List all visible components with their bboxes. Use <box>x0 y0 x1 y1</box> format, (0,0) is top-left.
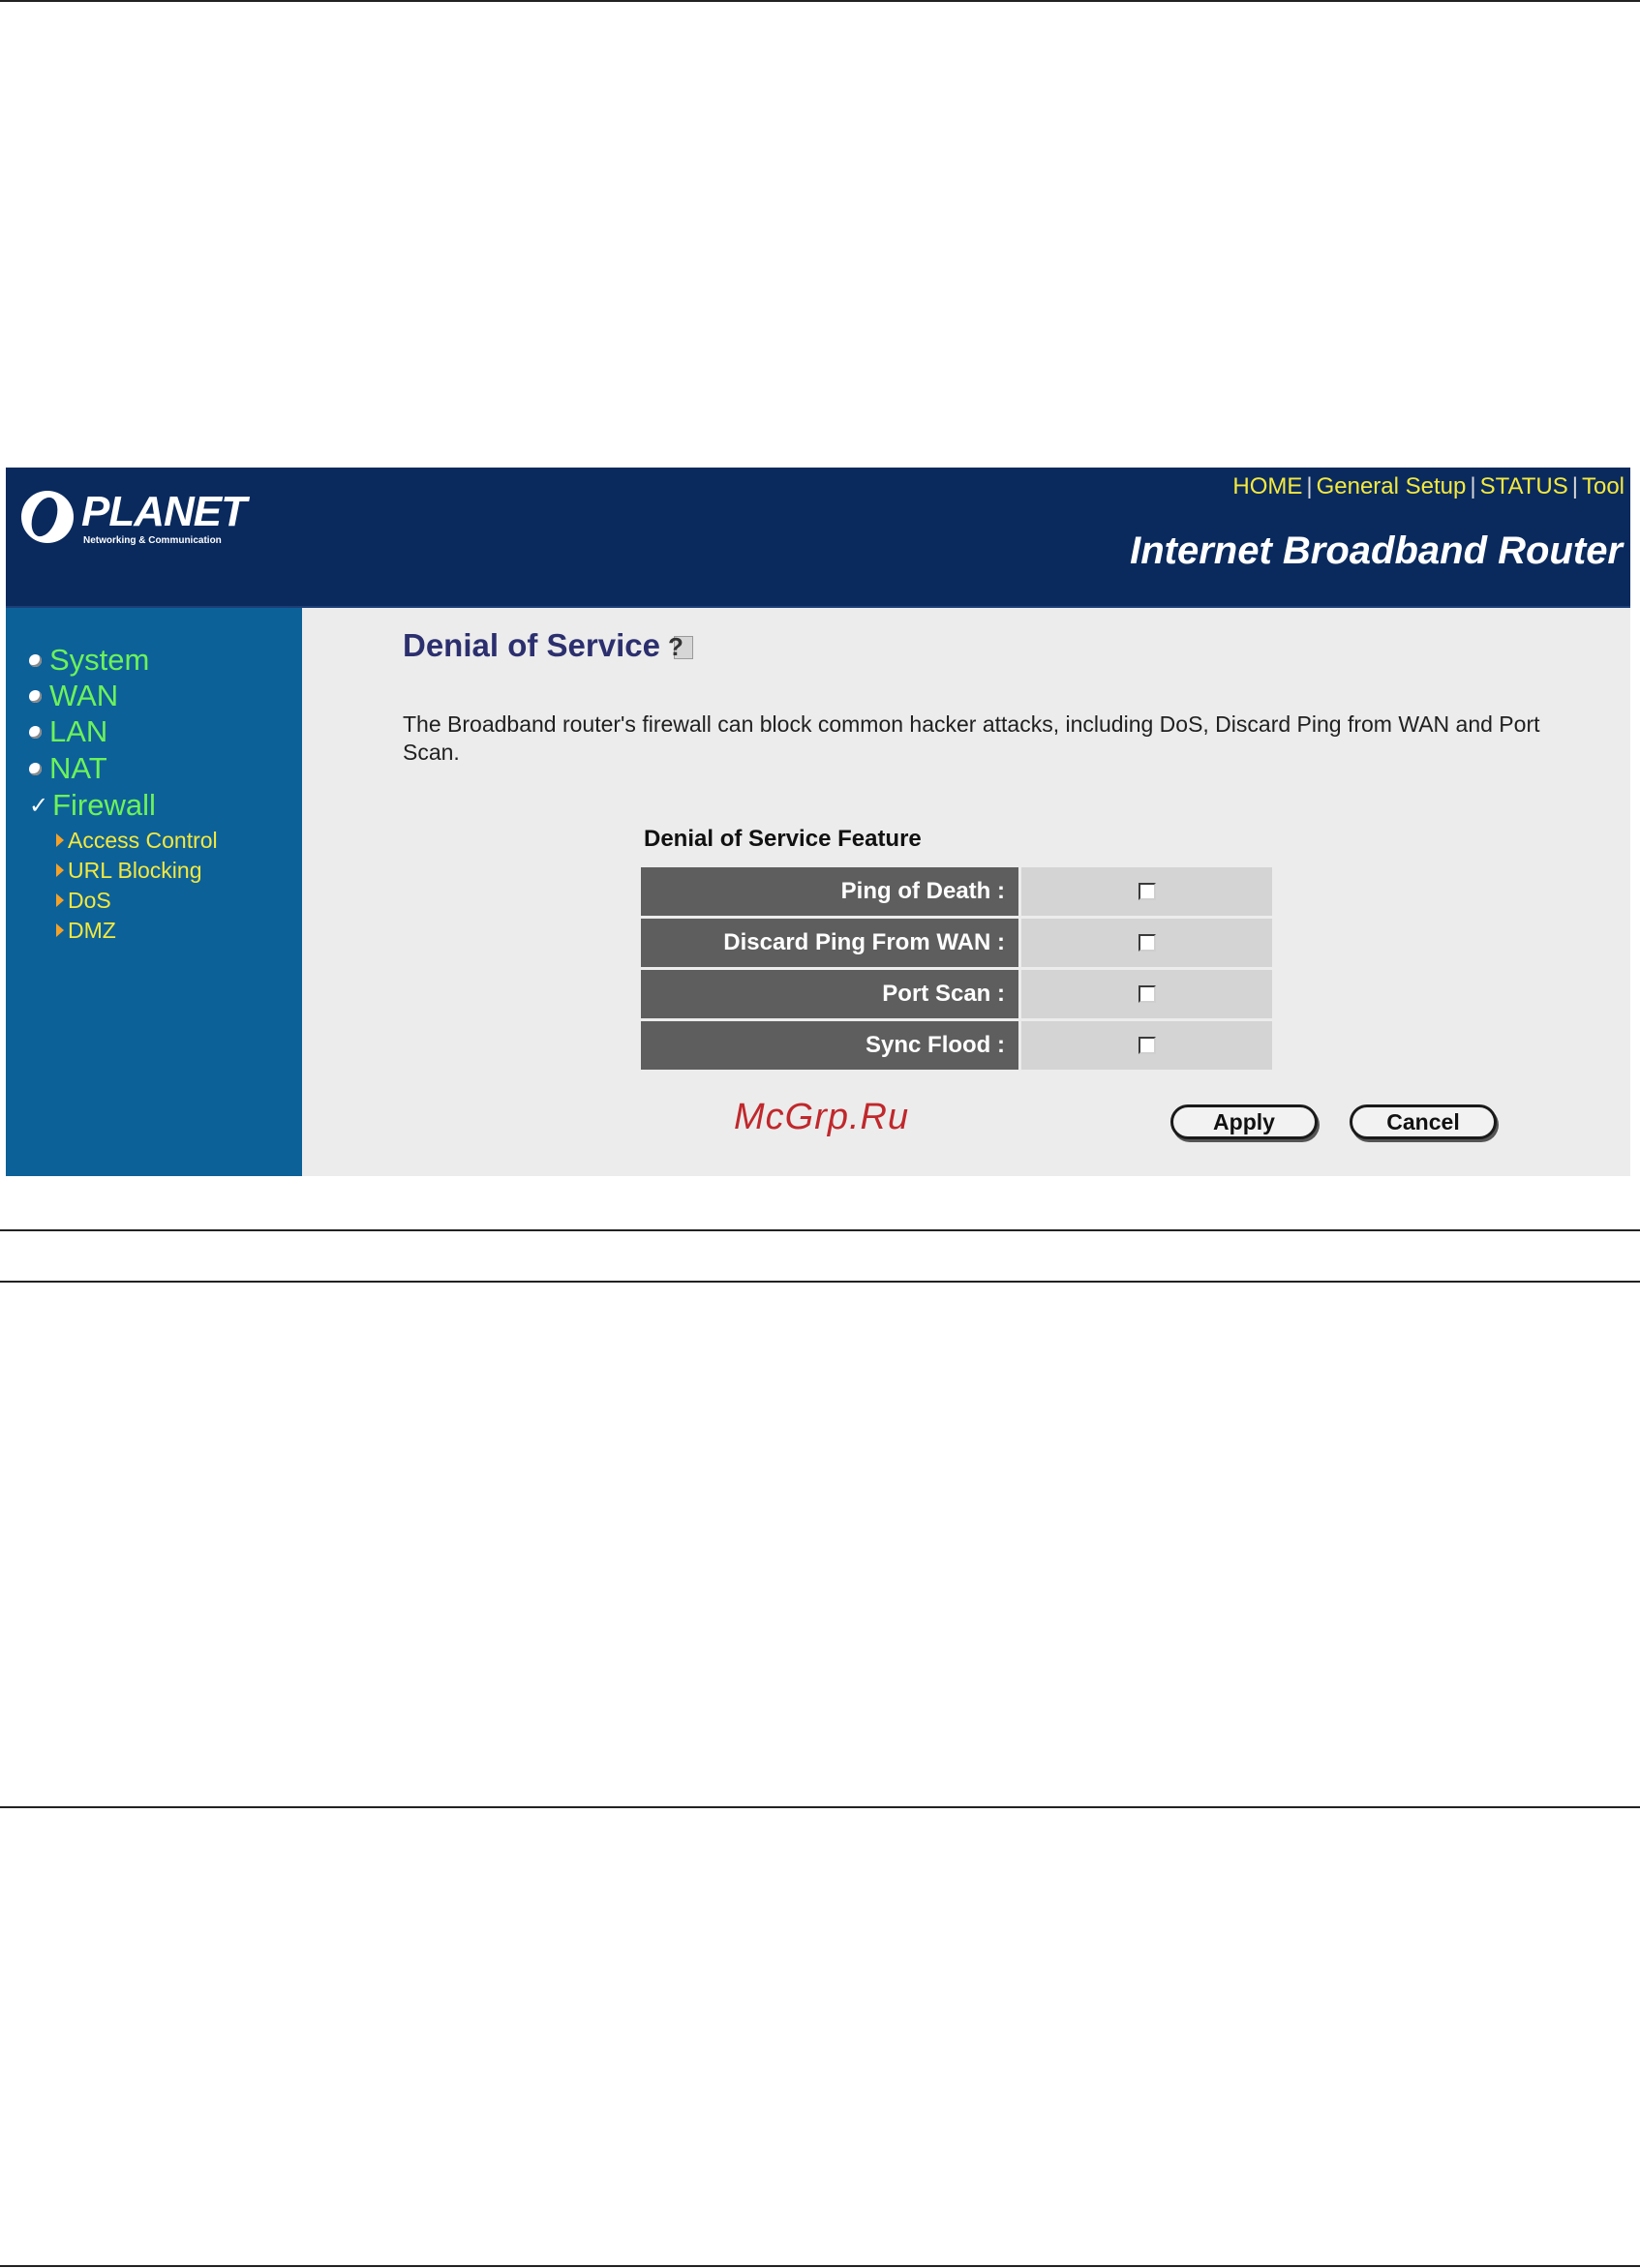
sidebar-item-lan[interactable]: LAN <box>29 714 107 749</box>
page-rule <box>0 1229 1640 1231</box>
nav-separator: | <box>1571 473 1578 499</box>
page-rule <box>0 1281 1640 1283</box>
feature-cell <box>1021 970 1272 1018</box>
logo-name: PLANET <box>81 488 247 535</box>
cancel-button[interactable]: Cancel <box>1350 1104 1497 1139</box>
sidebar-item-label: System <box>49 643 150 677</box>
logo-tagline: Networking & Communication <box>83 535 222 546</box>
header-bar: PLANET Networking & Communication HOME | G… <box>6 468 1630 608</box>
table-row: Discard Ping From WAN : <box>641 919 1272 967</box>
table-row: Port Scan : <box>641 970 1272 1018</box>
sidebar-subitem-dos[interactable]: DoS <box>56 887 111 914</box>
sync-flood-checkbox[interactable] <box>1138 1037 1156 1054</box>
checkmark-icon: ✓ <box>29 792 49 819</box>
feature-label-ping-of-death: Ping of Death : <box>641 867 1018 916</box>
sidebar-item-wan[interactable]: WAN <box>29 679 118 713</box>
arrow-right-icon <box>56 893 64 907</box>
page-title: Denial of Service ? <box>403 627 693 664</box>
bullet-icon <box>29 689 42 703</box>
nav-general-setup-link[interactable]: General Setup <box>1317 473 1467 499</box>
feature-table: Ping of Death : Discard Ping From WAN : … <box>641 867 1272 1073</box>
page-title-text: Denial of Service <box>403 627 660 663</box>
nav-home-link[interactable]: HOME <box>1232 473 1302 499</box>
main-content: Denial of Service ? The Broadband router… <box>302 608 1630 1176</box>
feature-label-port-scan: Port Scan : <box>641 970 1018 1018</box>
arrow-right-icon <box>56 833 64 847</box>
sidebar-item-firewall[interactable]: ✓ Firewall <box>29 788 156 823</box>
arrow-right-icon <box>56 863 64 877</box>
sidebar: System WAN LAN NAT ✓ Firewall Access Con… <box>6 608 302 1176</box>
feature-table-title: Denial of Service Feature <box>644 826 922 852</box>
sidebar-subitem-access-control[interactable]: Access Control <box>56 827 218 854</box>
help-icon[interactable]: ? <box>666 632 693 661</box>
feature-cell <box>1021 1021 1272 1070</box>
sidebar-item-label: LAN <box>49 714 108 748</box>
bullet-icon <box>29 725 42 739</box>
sidebar-subitem-label: DMZ <box>68 917 116 943</box>
sidebar-item-nat[interactable]: NAT <box>29 751 107 786</box>
planet-logo-icon <box>21 491 74 543</box>
sidebar-subitem-label: DoS <box>68 887 111 913</box>
table-row: Sync Flood : <box>641 1021 1272 1070</box>
sidebar-subitem-label: URL Blocking <box>68 857 202 883</box>
router-title: Internet Broadband Router <box>1130 529 1623 572</box>
ping-of-death-checkbox[interactable] <box>1138 883 1156 900</box>
feature-label-discard-ping: Discard Ping From WAN : <box>641 919 1018 967</box>
sidebar-subitem-url-blocking[interactable]: URL Blocking <box>56 857 201 884</box>
router-ui-screenshot: PLANET Networking & Communication HOME | G… <box>6 468 1630 1176</box>
watermark-text: McGrp.Ru <box>734 1097 910 1137</box>
nav-separator: | <box>1470 473 1476 499</box>
sidebar-item-label: NAT <box>49 751 107 785</box>
feature-label-sync-flood: Sync Flood : <box>641 1021 1018 1070</box>
planet-logo: PLANET Networking & Communication <box>21 487 254 555</box>
bullet-icon <box>29 762 42 775</box>
arrow-right-icon <box>56 923 64 937</box>
sidebar-item-system[interactable]: System <box>29 643 149 678</box>
sidebar-item-label: Firewall <box>52 788 156 822</box>
feature-cell <box>1021 867 1272 916</box>
apply-button[interactable]: Apply <box>1170 1104 1318 1139</box>
table-row: Ping of Death : <box>641 867 1272 916</box>
port-scan-checkbox[interactable] <box>1138 985 1156 1003</box>
page-bottom-rule <box>0 2265 1640 2267</box>
sidebar-subitem-dmz[interactable]: DMZ <box>56 917 116 944</box>
page-description: The Broadband router's firewall can bloc… <box>403 711 1540 765</box>
sidebar-subitem-label: Access Control <box>68 827 218 853</box>
sidebar-item-label: WAN <box>49 679 119 712</box>
nav-status-link[interactable]: STATUS <box>1480 473 1568 499</box>
page-rule <box>0 1806 1640 1808</box>
nav-tool-link[interactable]: Tool <box>1582 473 1625 499</box>
top-nav: HOME | General Setup | STATUS | Tool <box>1232 473 1625 500</box>
nav-separator: | <box>1306 473 1313 499</box>
bullet-icon <box>29 653 42 667</box>
page-top-rule <box>0 0 1640 2</box>
feature-cell <box>1021 919 1272 967</box>
discard-ping-checkbox[interactable] <box>1138 934 1156 952</box>
